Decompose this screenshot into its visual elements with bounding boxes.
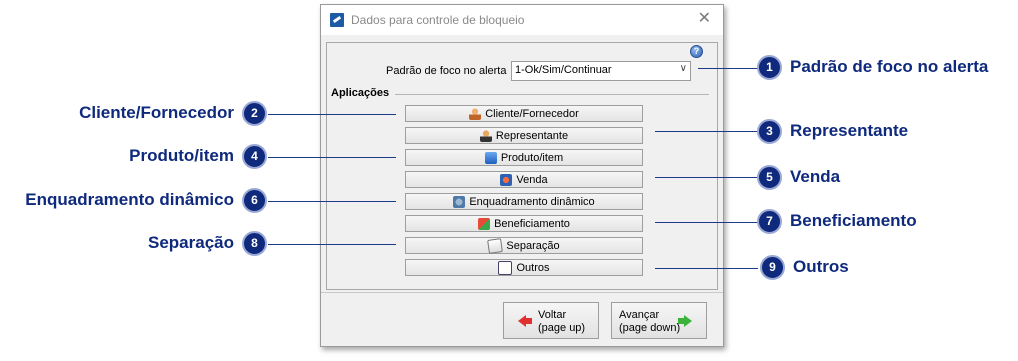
back-hint: (page up) bbox=[538, 322, 586, 334]
next-hint: (page down) bbox=[619, 322, 681, 334]
checklist-icon bbox=[498, 260, 513, 275]
callout-line-6 bbox=[268, 201, 396, 202]
arrow-left-icon bbox=[518, 315, 532, 327]
focus-select[interactable]: 1-Ok/Sim/Continuar ∨ bbox=[511, 61, 691, 81]
representative-button[interactable]: Representante bbox=[405, 127, 643, 144]
separation-icon bbox=[487, 237, 504, 254]
client-button-label: Cliente/Fornecedor bbox=[485, 107, 579, 120]
section-title: Aplicações bbox=[331, 87, 390, 99]
client-icon bbox=[469, 107, 482, 120]
dialog-title: Dados para controle de bloqueio bbox=[351, 13, 525, 27]
callout-line-2 bbox=[268, 114, 396, 115]
representative-icon bbox=[479, 129, 492, 142]
back-button[interactable]: Voltar (page up) bbox=[503, 302, 599, 339]
callout-line-9 bbox=[655, 268, 758, 269]
callout-text-5: Venda bbox=[790, 167, 841, 186]
callout-badge-1: 1 bbox=[757, 55, 782, 80]
callout-line-1 bbox=[698, 68, 758, 69]
callout-line-5 bbox=[655, 177, 758, 178]
client-button[interactable]: Cliente/Fornecedor bbox=[405, 105, 643, 122]
callout-badge-2: 2 bbox=[242, 101, 267, 126]
separation-button-label: Separação bbox=[506, 239, 560, 252]
help-icon[interactable]: ? bbox=[690, 45, 703, 58]
callout-line-7 bbox=[655, 222, 758, 223]
title-bar: Dados para controle de bloqueio ✕ bbox=[321, 5, 723, 35]
processing-button[interactable]: Beneficiamento bbox=[405, 215, 643, 232]
representative-button-label: Representante bbox=[495, 129, 569, 142]
callout-line-3 bbox=[655, 131, 758, 132]
sale-icon bbox=[500, 173, 513, 186]
processing-icon bbox=[478, 217, 491, 230]
dialog-window: Dados para controle de bloqueio ✕ ? Padr… bbox=[320, 4, 724, 347]
chevron-down-icon[interactable]: ∨ bbox=[680, 63, 687, 74]
separation-button[interactable]: Separação bbox=[405, 237, 643, 254]
next-label: Avançar bbox=[619, 309, 660, 321]
processing-button-label: Beneficiamento bbox=[494, 217, 570, 230]
arrow-right-icon bbox=[678, 315, 692, 327]
product-button[interactable]: Produto/item bbox=[405, 149, 643, 166]
section-divider bbox=[395, 94, 709, 95]
focus-select-value: 1-Ok/Sim/Continuar bbox=[515, 64, 612, 76]
callout-text-6: Enquadramento dinâmico bbox=[25, 190, 234, 209]
sale-button[interactable]: Venda bbox=[405, 171, 643, 188]
callout-text-4: Produto/item bbox=[129, 146, 234, 165]
callout-badge-7: 7 bbox=[757, 209, 782, 234]
gear-icon bbox=[453, 195, 466, 208]
settings-panel: ? Padrão de foco no alerta 1-Ok/Sim/Cont… bbox=[326, 42, 718, 290]
callout-badge-5: 5 bbox=[757, 165, 782, 190]
dynamic-framing-button-label: Enquadramento dinâmico bbox=[469, 195, 595, 208]
callout-line-4 bbox=[268, 157, 396, 158]
callout-badge-4: 4 bbox=[242, 144, 267, 169]
others-button-label: Outros bbox=[516, 261, 550, 274]
others-button[interactable]: Outros bbox=[405, 259, 643, 276]
next-button[interactable]: Avançar (page down) bbox=[611, 302, 707, 339]
product-button-label: Produto/item bbox=[500, 151, 564, 164]
dynamic-framing-button[interactable]: Enquadramento dinâmico bbox=[405, 193, 643, 210]
callout-badge-9: 9 bbox=[760, 255, 785, 280]
back-label: Voltar bbox=[538, 309, 567, 321]
product-icon bbox=[484, 151, 497, 164]
callout-badge-6: 6 bbox=[242, 188, 267, 213]
callout-badge-3: 3 bbox=[757, 119, 782, 144]
app-icon bbox=[330, 13, 344, 27]
close-icon[interactable]: ✕ bbox=[698, 10, 711, 28]
callout-badge-8: 8 bbox=[242, 231, 267, 256]
callout-text-1: Padrão de foco no alerta bbox=[790, 57, 989, 76]
callout-text-3: Representante bbox=[790, 121, 909, 140]
callout-text-8: Separação bbox=[148, 233, 234, 252]
focus-label: Padrão de foco no alerta bbox=[386, 65, 507, 77]
sale-button-label: Venda bbox=[516, 173, 548, 186]
callout-text-9: Outros bbox=[793, 257, 849, 276]
footer-divider bbox=[321, 292, 723, 293]
callout-line-8 bbox=[268, 244, 396, 245]
callout-text-7: Beneficiamento bbox=[790, 211, 917, 230]
callout-text-2: Cliente/Fornecedor bbox=[79, 103, 234, 122]
